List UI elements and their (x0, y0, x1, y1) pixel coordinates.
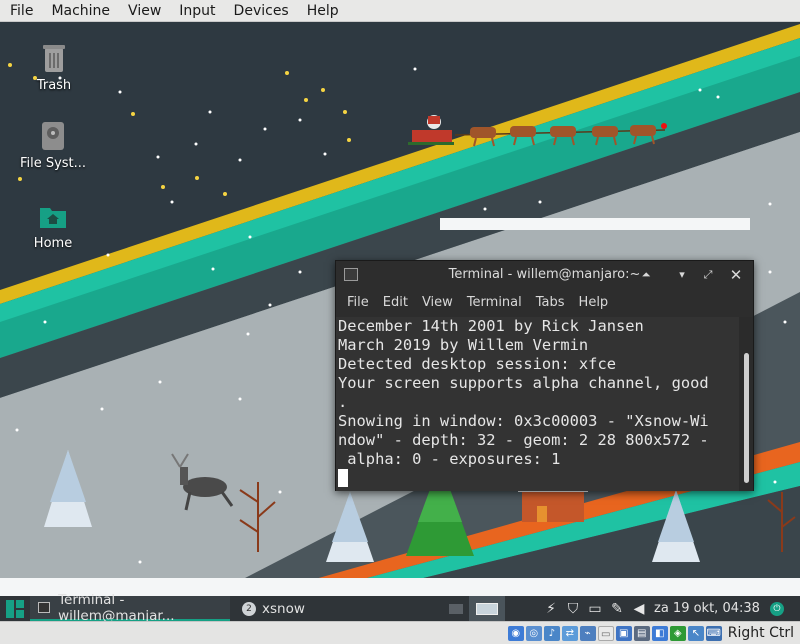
host-key-label: Right Ctrl (727, 625, 794, 641)
terminal-output[interactable]: December 14th 2001 by Rick Jansen March … (336, 317, 741, 491)
volume-icon[interactable]: ◀ (628, 596, 650, 621)
network-adapter-icon[interactable]: ⇄ (561, 625, 578, 641)
vbox-menu-view[interactable]: View (118, 0, 169, 22)
trash-icon (43, 45, 65, 72)
task-label: xsnow (262, 600, 305, 617)
mouse-integration-icon[interactable]: ↖ (687, 625, 704, 641)
terminal-scrollbar[interactable] (739, 317, 753, 491)
shield-icon[interactable]: ⛉ (562, 596, 584, 621)
usb-icon[interactable]: ⌁ (579, 625, 596, 641)
task-label: Terminal - willem@manjar... (58, 591, 175, 624)
hard-disk-icon[interactable]: ◉ (507, 625, 524, 641)
vbox-menu-help[interactable]: Help (297, 0, 347, 22)
audio-icon[interactable]: ♪ (543, 625, 560, 641)
terminal-cursor (338, 469, 348, 487)
terminal-line: Detected desktop session: xfce (338, 355, 616, 373)
desktop-icon-home[interactable]: Home (8, 200, 98, 251)
vbox-menu-machine[interactable]: Machine (41, 0, 118, 22)
terminal-task-icon (38, 602, 51, 613)
desktop-icon-label: Home (33, 236, 73, 251)
terminal-menu-edit[interactable]: Edit (376, 289, 415, 317)
drive-icon (42, 122, 64, 150)
scrollbar-thumb[interactable] (744, 353, 749, 483)
terminal-line: ndow" - depth: 32 - geom: 2 28 800x572 - (338, 431, 709, 449)
recording-icon[interactable]: ▤ (633, 625, 650, 641)
taskbar: Terminal - willem@manjar... 2 xsnow ⚡ ⛉ … (0, 592, 800, 624)
terminal-line: March 2019 by Willem Vermin (338, 336, 589, 354)
network-icon[interactable]: ⚡ (540, 596, 562, 621)
optical-drive-icon[interactable]: ◎ (525, 625, 542, 641)
desktop-icon-trash[interactable]: Trash (9, 42, 99, 93)
vbox-menu-input[interactable]: Input (169, 0, 223, 22)
terminal-menu-file[interactable]: File (340, 289, 376, 317)
vbox-menu-devices[interactable]: Devices (224, 0, 297, 22)
whisker-menu-button[interactable] (0, 596, 30, 621)
workspace-1[interactable] (443, 596, 469, 621)
power-icon[interactable]: ⏻ (766, 596, 788, 621)
keyboard-icon[interactable]: ⌨ (705, 625, 722, 641)
taskbar-task-terminal[interactable]: Terminal - willem@manjar... (30, 592, 230, 624)
workspace-active-icon (476, 602, 498, 615)
terminal-menu-terminal[interactable]: Terminal (460, 289, 529, 317)
terminal-line: alpha: 0 - exposures: 1 (338, 450, 561, 468)
vbox-menu-file[interactable]: File (0, 0, 41, 22)
terminal-menu-help[interactable]: Help (572, 289, 616, 317)
desktop-icon-label: Trash (36, 78, 72, 93)
desktop[interactable]: manjaro (0, 22, 800, 596)
terminal-line: Snowing in window: 0x3c00003 - "Xsnow-Wi (338, 412, 709, 430)
terminal-title: Terminal - willem@manjaro:~ (448, 267, 641, 282)
vbox-statusbar: ◉ ◎ ♪ ⇄ ⌁ ▭ ▣ ▤ ◧ ◈ ↖ ⌨ Right Ctrl (0, 621, 800, 644)
workspace-2[interactable] (469, 596, 505, 621)
virtualization-icon[interactable]: ◈ (669, 625, 686, 641)
minimize-icon[interactable]: ▾ (674, 267, 690, 283)
terminal-titlebar[interactable]: Terminal - willem@manjaro:~ ⏶ ▾ ⤢ ✕ (336, 261, 753, 289)
terminal-prompt (338, 469, 741, 488)
workspace-icon (449, 603, 463, 614)
manjaro-logo-icon (6, 599, 24, 618)
xsnow-task-icon: 2 (242, 601, 256, 616)
desktop-icon-filesystem[interactable]: File Syst... (8, 120, 98, 171)
maximize-icon[interactable]: ⤢ (700, 267, 716, 283)
close-icon[interactable]: ✕ (728, 267, 744, 283)
home-folder-icon (40, 208, 66, 228)
terminal-menu-view[interactable]: View (415, 289, 460, 317)
notification-icon[interactable]: ▭ (584, 596, 606, 621)
terminal-window[interactable]: Terminal - willem@manjaro:~ ⏶ ▾ ⤢ ✕ File… (335, 260, 754, 491)
terminal-menu-tabs[interactable]: Tabs (529, 289, 572, 317)
shared-folders-icon[interactable]: ▭ (597, 625, 614, 641)
desktop-icon-label: File Syst... (19, 156, 87, 171)
display-icon[interactable]: ▣ (615, 625, 632, 641)
clock[interactable]: za 19 okt, 04:38 (650, 596, 766, 621)
shade-icon[interactable]: ⏶ (638, 267, 654, 283)
terminal-line: Your screen supports alpha channel, good (338, 374, 709, 392)
terminal-line: . (338, 393, 348, 411)
clipboard-icon[interactable]: ✎ (606, 596, 628, 621)
cpu-icon[interactable]: ◧ (651, 625, 668, 641)
taskbar-task-xsnow[interactable]: 2 xsnow (230, 596, 320, 621)
terminal-menubar: File Edit View Terminal Tabs Help (336, 289, 753, 317)
vbox-menubar: File Machine View Input Devices Help (0, 0, 800, 22)
terminal-line: December 14th 2001 by Rick Jansen (338, 317, 644, 335)
